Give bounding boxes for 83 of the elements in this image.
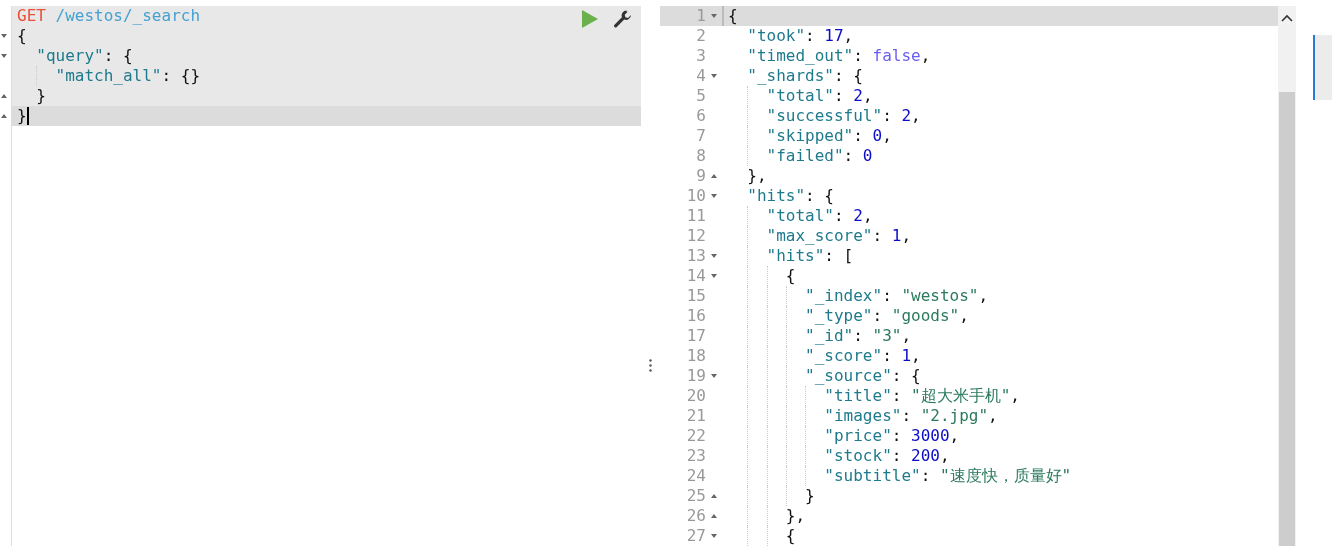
code-line: "query": { (36, 46, 133, 66)
scrollbar-thumb[interactable] (1279, 92, 1295, 546)
collapse-arrow-icon[interactable] (710, 72, 718, 80)
collapse-arrow-icon[interactable] (710, 12, 718, 20)
collapse-arrow-icon[interactable] (710, 372, 718, 380)
collapse-arrow-icon[interactable] (710, 532, 718, 540)
code-line: { (785, 526, 796, 546)
code-line: "price": 3000, (824, 426, 960, 446)
code-line: "timed_out": false, (747, 46, 931, 66)
line-number: 5 (696, 86, 706, 106)
line-number: 19 (686, 366, 706, 386)
expand-arrow-icon[interactable] (710, 512, 718, 520)
line-number: 23 (686, 446, 706, 466)
code-line: "max_score": 1, (766, 226, 912, 246)
line-number: 10 (686, 186, 706, 206)
code-line: { (785, 266, 796, 286)
line-number: 18 (686, 346, 706, 366)
collapse-arrow-icon[interactable] (710, 192, 718, 200)
expand-arrow-icon[interactable] (0, 112, 8, 120)
code-line: "_id": "3", (805, 326, 912, 346)
line-number: 15 (686, 286, 706, 306)
line-number: 8 (696, 146, 706, 166)
code-line: "_index": "westos", (805, 286, 989, 306)
line-number: 3 (696, 46, 706, 66)
line-number: 26 (686, 506, 706, 526)
code-line: "title": "超大米手机", (824, 386, 1020, 406)
settings-button[interactable] (613, 9, 633, 29)
collapse-arrow-icon[interactable] (710, 252, 718, 260)
code-line: "total": 2, (766, 86, 873, 106)
line-number: 12 (686, 226, 706, 246)
expand-arrow-icon[interactable] (710, 172, 718, 180)
line-number: 24 (686, 466, 706, 486)
line-number: 20 (686, 386, 706, 406)
code-line: "hits": [ (766, 246, 854, 266)
code-line: "total": 2, (766, 206, 873, 226)
wrench-icon (613, 9, 633, 29)
scrollbar[interactable] (1278, 6, 1296, 546)
line-number: 9 (696, 166, 706, 186)
code-line: }, (747, 166, 767, 186)
line-number: 17 (686, 326, 706, 346)
line-number: 25 (686, 486, 706, 506)
code-line: } (36, 86, 46, 106)
side-panel-edge (1313, 35, 1332, 100)
collapse-arrow-icon[interactable] (710, 272, 718, 280)
line-number: 6 (696, 106, 706, 126)
collapse-arrow-icon[interactable] (0, 52, 8, 60)
code-line: { (728, 6, 738, 26)
code-line: "successful": 2, (766, 106, 921, 126)
expand-arrow-icon[interactable] (710, 492, 718, 500)
code-line: "_shards": { (747, 66, 863, 86)
line-number: 14 (686, 266, 706, 286)
line-number: 7 (696, 126, 706, 146)
text-cursor (26, 107, 29, 125)
code-line: { (17, 26, 27, 46)
line-number: 1 (696, 6, 706, 26)
code-line: "stock": 200, (824, 446, 950, 466)
line-number: 22 (686, 426, 706, 446)
code-line: "skipped": 0, (766, 126, 892, 146)
code-line: } (805, 486, 815, 506)
code-line: GET /westos/_search (17, 6, 201, 26)
code-line: "hits": { (747, 186, 834, 206)
resize-handle-icon[interactable] (649, 359, 652, 372)
code-line: "subtitle": "速度快，质量好" (824, 466, 1072, 486)
line-number: 16 (686, 306, 706, 326)
code-line: "failed": 0 (766, 146, 873, 166)
line-number: 13 (686, 246, 706, 266)
code-line: "match_all": {} (55, 66, 201, 86)
line-number: 11 (686, 206, 706, 226)
play-icon (581, 9, 599, 29)
expand-arrow-icon[interactable] (0, 92, 8, 100)
code-line: "took": 17, (747, 26, 854, 46)
code-line: "_type": "goods", (805, 306, 969, 326)
code-line: "_source": { (805, 366, 921, 386)
line-number: 27 (686, 526, 706, 546)
code-line: "images": "2.jpg", (824, 406, 998, 426)
collapse-arrow-icon[interactable] (0, 32, 8, 40)
line-number: 4 (696, 66, 706, 86)
line-number: 2 (696, 26, 706, 46)
code-line: "_score": 1, (805, 346, 921, 366)
scroll-up-icon[interactable] (1281, 14, 1293, 22)
code-line: }, (785, 506, 806, 526)
code-line: } (17, 106, 27, 126)
line-number: 21 (686, 406, 706, 426)
